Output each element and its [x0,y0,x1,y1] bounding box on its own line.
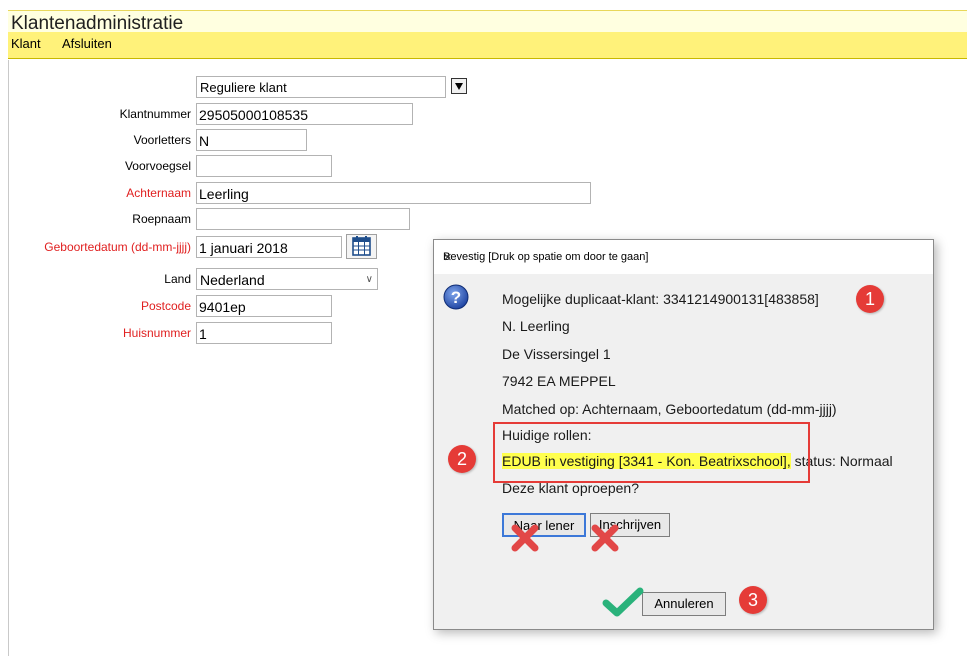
roepnaam-input[interactable] [196,208,410,230]
label-postcode: Postcode [140,299,191,313]
x-mark-icon [591,524,619,552]
label-huisnummer: Huisnummer [122,326,191,340]
duplicate-client-text: Mogelijke duplicaat-klant: 3341214900131… [502,291,819,307]
calendar-button[interactable] [346,234,377,259]
voorletters-input[interactable]: N [196,129,307,151]
label-achternaam: Achternaam [126,186,191,200]
land-select[interactable]: Nederland ∨ [196,268,378,290]
close-icon[interactable]: ✕ [443,251,925,264]
huisnummer-input[interactable]: 1 [196,322,332,344]
svg-text:?: ? [451,288,461,307]
question-icon: ? [443,284,469,310]
voorvoegsel-input[interactable] [196,155,332,177]
annuleren-button[interactable]: Annuleren [642,592,726,616]
annotation-highlight-box [493,422,810,483]
dialog-titlebar: Bevestig [Druk op spatie om door te gaan… [434,240,933,274]
label-geboortedatum: Geboortedatum (dd-mm-jjjj) [44,240,191,254]
klantnummer-input[interactable]: 29505000108535 [196,103,413,125]
annotation-badge-1: 1 [856,285,884,313]
geboortedatum-input[interactable]: 1 januari 2018 [196,236,342,258]
calendar-icon [352,236,371,256]
menu-bar: Klant Afsluiten [8,32,967,59]
address-city-text: 7942 EA MEPPEL [502,373,616,389]
annotation-badge-2: 2 [448,445,476,473]
matched-on-text: Matched op: Achternaam, Geboortedatum (d… [502,401,837,417]
menu-afsluiten[interactable]: Afsluiten [62,36,112,51]
client-type-select[interactable]: Reguliere klant [196,76,446,98]
label-land: Land [164,272,191,286]
postcode-input[interactable]: 9401ep [196,295,332,317]
client-type-dropdown-button[interactable] [451,78,467,94]
app-titlebar: Klantenadministratie [8,10,967,34]
label-klantnummer: Klantnummer [119,107,191,121]
achternaam-input[interactable]: Leerling [196,182,591,204]
client-name-text: N. Leerling [502,318,570,334]
label-voorvoegsel: Voorvoegsel [124,159,191,173]
annotation-badge-3: 3 [739,586,767,614]
x-mark-icon [511,524,539,552]
label-voorletters: Voorletters [133,133,191,147]
chevron-down-icon: ∨ [365,274,373,285]
menu-klant[interactable]: Klant [11,36,41,51]
window-border [8,60,9,656]
label-roepnaam: Roepnaam [132,212,191,226]
land-value: Nederland [200,272,265,288]
client-type-value: Reguliere klant [200,80,287,95]
address-street-text: De Vissersingel 1 [502,346,611,362]
check-mark-icon [602,587,644,617]
